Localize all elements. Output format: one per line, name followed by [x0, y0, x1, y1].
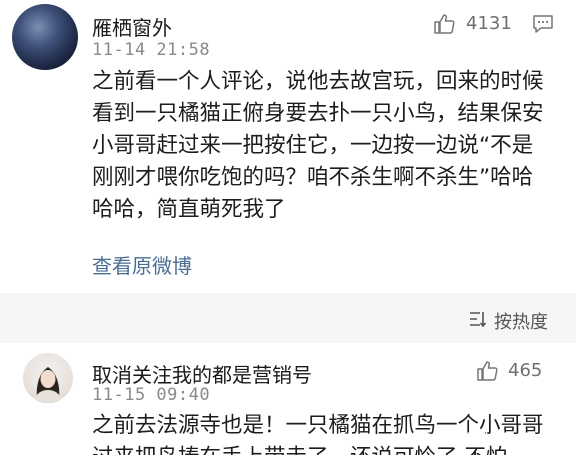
like-count: 4131: [466, 13, 512, 34]
comment-text: 之前看一个人评论，说他去故宫玩，回来的时候看到一只橘猫正俯身要去扑一只小鸟，结果…: [92, 69, 544, 222]
comment-timestamp: 11-14 21:58: [92, 40, 211, 60]
comment-author[interactable]: 雁栖窗外: [92, 12, 172, 41]
sort-by-popularity[interactable]: 按热度: [494, 308, 548, 334]
avatar[interactable]: [12, 4, 78, 70]
like-count: 465: [508, 360, 543, 381]
reply-icon[interactable]: [532, 13, 554, 35]
comment-timestamp: 11-15 09:40: [92, 385, 211, 405]
thumbs-up-icon[interactable]: [475, 359, 499, 383]
comment-author[interactable]: 取消关注我的都是营销号: [92, 359, 312, 388]
view-original-link[interactable]: 查看原微博: [92, 250, 192, 279]
thumbs-up-icon[interactable]: [432, 12, 456, 36]
sort-icon[interactable]: [468, 310, 488, 328]
sort-bar: [0, 293, 576, 343]
watermark: @小猫咪说: [420, 431, 490, 447]
avatar[interactable]: [23, 353, 73, 403]
